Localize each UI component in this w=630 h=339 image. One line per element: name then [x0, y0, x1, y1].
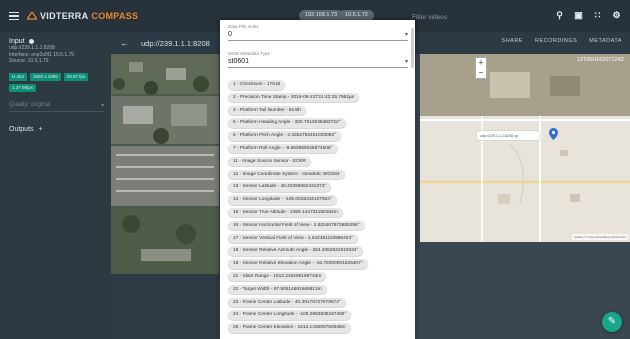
metadata-row: 13 - Sensor Latitude - 40.40259062431373…: [228, 182, 413, 195]
stream-url: udp://239.1.1.1:8208: [141, 38, 210, 48]
metadata-row: 4 - Platform Tail Number - 514th: [228, 105, 413, 119]
metadata-chip[interactable]: 11 - Image Source Sensor - EO/IR: [228, 156, 311, 167]
recordings-button[interactable]: RECORDINGS: [535, 38, 577, 44]
metadata-row: 16 - Sensor Horizontal Field of View - 2…: [228, 220, 413, 234]
gear-icon[interactable]: ⚙: [611, 10, 622, 21]
metadata-chip[interactable]: 7 - Platform Roll Angle - -8.66388902557…: [228, 143, 338, 154]
logo-name: VIDTERRA: [40, 11, 89, 21]
map-zoom-control: + −: [475, 57, 487, 79]
metadata-chip[interactable]: 17 - Sensor Vertical Field of View - 1.6…: [228, 233, 359, 244]
logo-sub: COMPASS: [91, 11, 139, 21]
quality-select[interactable]: Quality: original ▾: [9, 102, 104, 112]
metadata-row: 23 - Frame Center Latitude - 40.39178727…: [228, 297, 413, 311]
edit-fab-button[interactable]: ✎: [602, 312, 622, 332]
metadata-chip[interactable]: 4 - Platform Tail Number - 514th: [228, 105, 306, 116]
metadata-chip[interactable]: 2 - Precision Time Stamp - 2016-08-21T21…: [228, 92, 360, 103]
map-timestamp: 13T05H16207124Z: [576, 57, 624, 63]
map-stream-chip: udp://239.1.1.1:8208 op: [477, 131, 539, 140]
metadata-row: 7 - Platform Roll Angle - -8.66388902557…: [228, 143, 413, 157]
metadata-type-select[interactable]: MISB Metadata Type st0601 ▾: [228, 51, 408, 68]
pencil-icon: ✎: [607, 316, 617, 327]
metadata-row: 2 - Precision Time Stamp - 2016-08-21T21…: [228, 92, 413, 106]
metadata-chip[interactable]: 15 - Sensor True Altitude - 2369.1447311…: [228, 207, 343, 218]
share-button[interactable]: SHARE: [502, 38, 523, 44]
map-view[interactable]: + − 13T05H16207124Z udp://239.1.1.1:8208…: [420, 54, 630, 242]
scrollbar[interactable]: [411, 28, 414, 68]
input-sidebar: Input udp://239.1.1.1:8208 Interface: en…: [0, 32, 111, 339]
map-pin-icon[interactable]: [549, 128, 558, 140]
zoom-out-button[interactable]: −: [476, 68, 486, 78]
metadata-chip[interactable]: 19 - Sensor Relative Elevation Angle - -…: [228, 259, 368, 269]
metadata-row: 19 - Sensor Relative Elevation Angle - -…: [228, 259, 413, 272]
metadata-row: 18 - Sensor Relative Azimuth Angle - 264…: [228, 246, 413, 259]
status-dot: [28, 39, 34, 44]
metadata-row: 25 - Frame Center Elevation - 1513.14350…: [228, 323, 413, 336]
chevron-down-icon: ▾: [404, 32, 408, 38]
map-streets: [420, 54, 630, 242]
metadata-chip[interactable]: 22 - Target Width - 97.50514691669813m: [228, 284, 327, 295]
film-icon[interactable]: ▣: [573, 10, 584, 21]
zoom-in-button[interactable]: +: [476, 58, 486, 68]
input-source: Source: 10.5.1.75: [9, 58, 49, 64]
codec-chip: H.264: [9, 72, 28, 81]
metadata-chip[interactable]: 6 - Platform Pitch Angle - 2.33527834510…: [228, 131, 341, 141]
app-logo: VIDTERRA COMPASS: [27, 11, 138, 21]
map-attribution: Leaflet | © OpenStreetMap contributors: [571, 234, 628, 240]
metadata-row: 24 - Frame Center Longitude - -105.09638…: [228, 310, 413, 323]
metadata-row: 1 - Checksum - 17518: [228, 80, 413, 93]
back-arrow-icon[interactable]: ←: [120, 38, 129, 48]
framerate-chip: 29.97 fps: [63, 72, 89, 81]
grid-icon[interactable]: ∷: [592, 10, 603, 21]
chevron-down-icon: ▾: [404, 59, 408, 65]
metadata-chip[interactable]: 1 - Checksum - 17518: [228, 80, 286, 90]
metadata-chip[interactable]: 14 - Sensor Longitude - -105.08153161079…: [228, 195, 337, 205]
metadata-chip[interactable]: 25 - Frame Center Elevation - 1513.14350…: [228, 323, 351, 333]
video-footer: [111, 274, 219, 339]
metadata-dialog: Data PID Index 0 ▾ MISB Metadata Type st…: [220, 20, 415, 339]
metadata-row: 22 - Target Width - 97.50514691669813m: [228, 284, 413, 298]
metadata-chip[interactable]: 23 - Frame Center Latitude - 40.39178727…: [228, 297, 346, 308]
metadata-chip[interactable]: 13 - Sensor Latitude - 40.40259062431373…: [228, 182, 332, 192]
metadata-button[interactable]: METADATA: [589, 38, 622, 44]
chevron-down-icon: ▾: [100, 102, 104, 109]
metadata-row: 5 - Platform Heading Angle - 320.7013048…: [228, 118, 413, 131]
metadata-row: 12 - Image Coordinate System - Geodetic …: [228, 169, 413, 183]
metadata-chip[interactable]: 16 - Sensor Horizontal Field of View - 2…: [228, 220, 365, 231]
logo-mark-icon: [27, 12, 37, 20]
pid-label: Data PID Index: [228, 24, 259, 29]
metadata-list: 1 - Checksum - 17518 2 - Precision Time S…: [228, 80, 413, 336]
metadata-row: 17 - Sensor Vertical Field of View - 1.6…: [228, 233, 413, 247]
filter-videos-input[interactable]: Filter videos: [412, 14, 447, 21]
metadata-row: 11 - Image Source Sensor - EO/IR: [228, 156, 413, 170]
metadata-chip[interactable]: 24 - Frame Center Longitude - -105.09638…: [228, 310, 352, 320]
input-title: Input: [9, 38, 25, 45]
search-icon[interactable]: ⚲: [554, 10, 565, 21]
metadata-type-label: MISB Metadata Type: [228, 51, 270, 56]
outputs-label: Outputs: [9, 125, 34, 133]
metadata-row: 21 - Slant Range - 1912.216286169743m: [228, 271, 413, 285]
metadata-row: 6 - Platform Pitch Angle - 2.33527834510…: [228, 131, 413, 144]
metadata-row: 14 - Sensor Longitude - -105.08153161079…: [228, 195, 413, 208]
menu-icon[interactable]: [9, 11, 19, 21]
map-footer: [420, 242, 630, 339]
video-player[interactable]: [111, 54, 219, 274]
pid-value: 0: [228, 31, 232, 38]
metadata-chip[interactable]: 18 - Sensor Relative Azimuth Angle - 264…: [228, 246, 364, 256]
metadata-chip[interactable]: 21 - Slant Range - 1912.216286169743m: [228, 271, 327, 282]
metadata-chip[interactable]: 12 - Image Coordinate System - Geodetic …: [228, 169, 345, 180]
resolution-chip: 1920 x 1080: [30, 72, 61, 81]
bitrate-chip: 1.37 Mbps: [9, 83, 37, 92]
quality-value: Quality: original: [9, 101, 51, 108]
add-output-button[interactable]: +: [39, 126, 43, 133]
metadata-row: 15 - Sensor True Altitude - 2369.1447311…: [228, 207, 413, 221]
metadata-type-value: st0601: [228, 58, 250, 65]
metadata-chip[interactable]: 5 - Platform Heading Angle - 320.7013048…: [228, 118, 346, 128]
pid-select[interactable]: Data PID Index 0 ▾: [228, 24, 408, 41]
aerial-video-frame: [111, 54, 219, 274]
